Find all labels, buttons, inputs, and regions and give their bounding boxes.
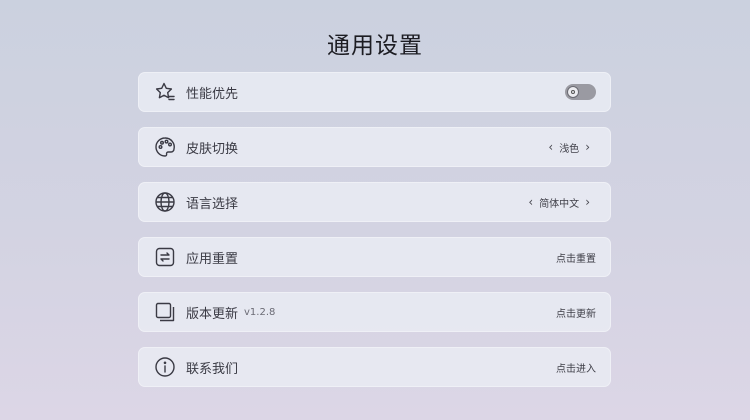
setting-label: 语言选择 [186, 196, 239, 212]
palette-icon [154, 136, 176, 158]
update-action-link[interactable]: 点击更新 [556, 305, 596, 320]
page-title: 通用设置 [327, 33, 423, 59]
setting-label: 联系我们 [186, 361, 239, 377]
language-value: 简体中文 [539, 198, 580, 210]
settings-list: 性能优先 皮肤切换 ‹ 浅色 › 语言选择 ‹ 简体中文 › 应用重置 点击重置… [138, 72, 611, 402]
chevron-right-icon[interactable]: › [579, 196, 596, 208]
chevron-left-icon[interactable]: ‹ [522, 196, 539, 208]
toggle-knob [567, 86, 579, 98]
setting-label: 应用重置 [186, 251, 239, 267]
reset-icon [154, 246, 176, 268]
setting-contact-us[interactable]: 联系我们 点击进入 [138, 347, 611, 387]
copy-icon [154, 301, 176, 323]
setting-performance-priority[interactable]: 性能优先 [138, 72, 611, 112]
globe-icon [154, 191, 176, 213]
skin-selector: ‹ 浅色 › [542, 140, 596, 155]
setting-skin-switch[interactable]: 皮肤切换 ‹ 浅色 › [138, 127, 611, 167]
setting-language[interactable]: 语言选择 ‹ 简体中文 › [138, 182, 611, 222]
star-icon [154, 81, 176, 103]
info-icon [154, 356, 176, 378]
performance-toggle[interactable] [565, 84, 596, 100]
skin-value: 浅色 [559, 143, 580, 155]
contact-action-link[interactable]: 点击进入 [556, 360, 596, 375]
chevron-left-icon[interactable]: ‹ [542, 141, 559, 153]
setting-label: 性能优先 [186, 86, 239, 102]
language-selector: ‹ 简体中文 › [522, 195, 596, 210]
setting-label: 皮肤切换 [186, 141, 239, 157]
setting-app-reset[interactable]: 应用重置 点击重置 [138, 237, 611, 277]
version-number: v1.2.8 [244, 306, 276, 318]
setting-version-update[interactable]: 版本更新 v1.2.8 点击更新 [138, 292, 611, 332]
setting-label: 版本更新 [186, 306, 239, 322]
chevron-right-icon[interactable]: › [579, 141, 596, 153]
reset-action-link[interactable]: 点击重置 [556, 250, 596, 265]
